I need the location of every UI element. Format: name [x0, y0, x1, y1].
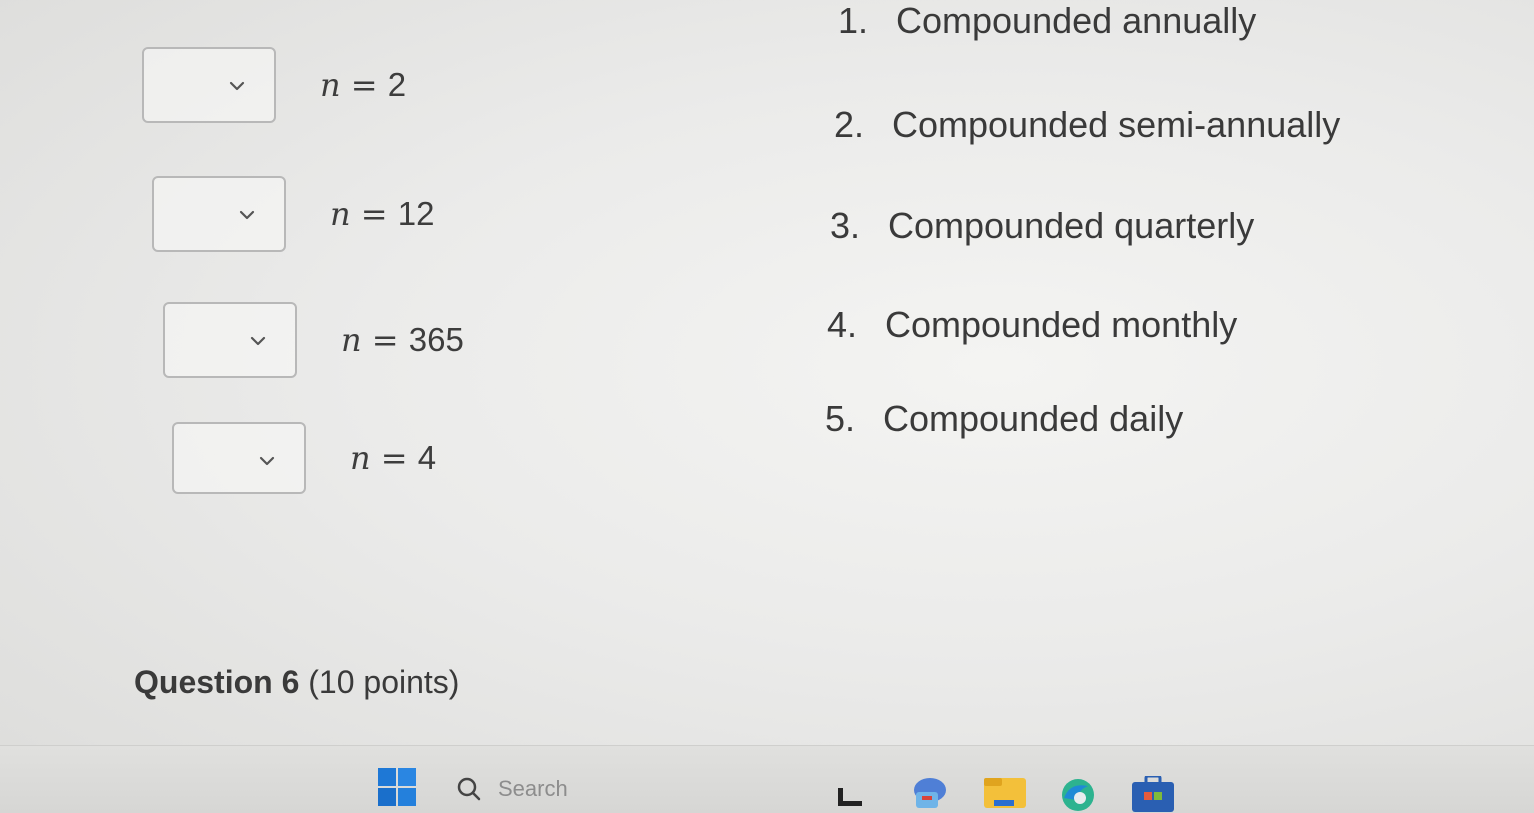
- option-item-2: 2. Compounded semi-annually: [834, 104, 1340, 146]
- search-icon: [457, 777, 481, 801]
- edge-icon[interactable]: [1058, 776, 1098, 811]
- option-index: 3.: [830, 205, 861, 246]
- chevron-down-icon: [229, 81, 245, 91]
- option-item-4: 4. Compounded monthly: [827, 304, 1237, 346]
- n-value-label: n = 2: [320, 66, 407, 104]
- windows-start-icon[interactable]: [378, 768, 416, 806]
- option-item-1: 1. Compounded annually: [838, 0, 1256, 42]
- match-row-2: n = 12: [152, 176, 434, 252]
- question-points: (10 points): [308, 664, 460, 700]
- teams-icon[interactable]: [908, 776, 948, 810]
- n-value-label: n = 4: [350, 439, 437, 477]
- question-heading: Question 6 (10 points): [134, 664, 459, 701]
- chevron-down-icon: [250, 336, 266, 346]
- search-placeholder: Search: [498, 776, 568, 801]
- option-index: 5.: [825, 398, 856, 439]
- option-label: Compounded quarterly: [888, 205, 1255, 246]
- answer-dropdown-1[interactable]: [142, 47, 276, 123]
- match-row-1: n = 2: [142, 47, 406, 123]
- quiz-page: n = 2 n = 12 n = 365 n = 4 1. Compounded …: [0, 0, 1534, 813]
- store-icon[interactable]: [1132, 774, 1174, 812]
- file-explorer-icon[interactable]: [984, 776, 1026, 810]
- answer-dropdown-3[interactable]: [163, 302, 297, 378]
- option-index: 4.: [827, 304, 858, 345]
- option-label: Compounded monthly: [885, 304, 1238, 345]
- taskbar: Search: [0, 745, 1534, 813]
- chevron-down-icon: [239, 210, 255, 220]
- match-row-4: n = 4: [172, 422, 436, 494]
- chevron-down-icon: [259, 456, 275, 466]
- option-item-5: 5. Compounded daily: [825, 398, 1183, 440]
- option-index: 1.: [838, 0, 869, 41]
- option-label: Compounded daily: [883, 398, 1184, 439]
- answer-dropdown-2[interactable]: [152, 176, 286, 252]
- taskbar-search[interactable]: Search: [456, 770, 796, 808]
- widget-icon[interactable]: [836, 782, 864, 810]
- match-row-3: n = 365: [163, 302, 464, 378]
- option-label: Compounded annually: [896, 0, 1257, 41]
- n-value-label: n = 12: [330, 195, 435, 233]
- answer-dropdown-4[interactable]: [172, 422, 306, 494]
- option-index: 2.: [834, 104, 865, 145]
- option-item-3: 3. Compounded quarterly: [830, 205, 1254, 247]
- n-value-label: n = 365: [341, 321, 464, 359]
- option-label: Compounded semi-annually: [892, 104, 1341, 145]
- question-number: Question 6: [134, 664, 300, 700]
